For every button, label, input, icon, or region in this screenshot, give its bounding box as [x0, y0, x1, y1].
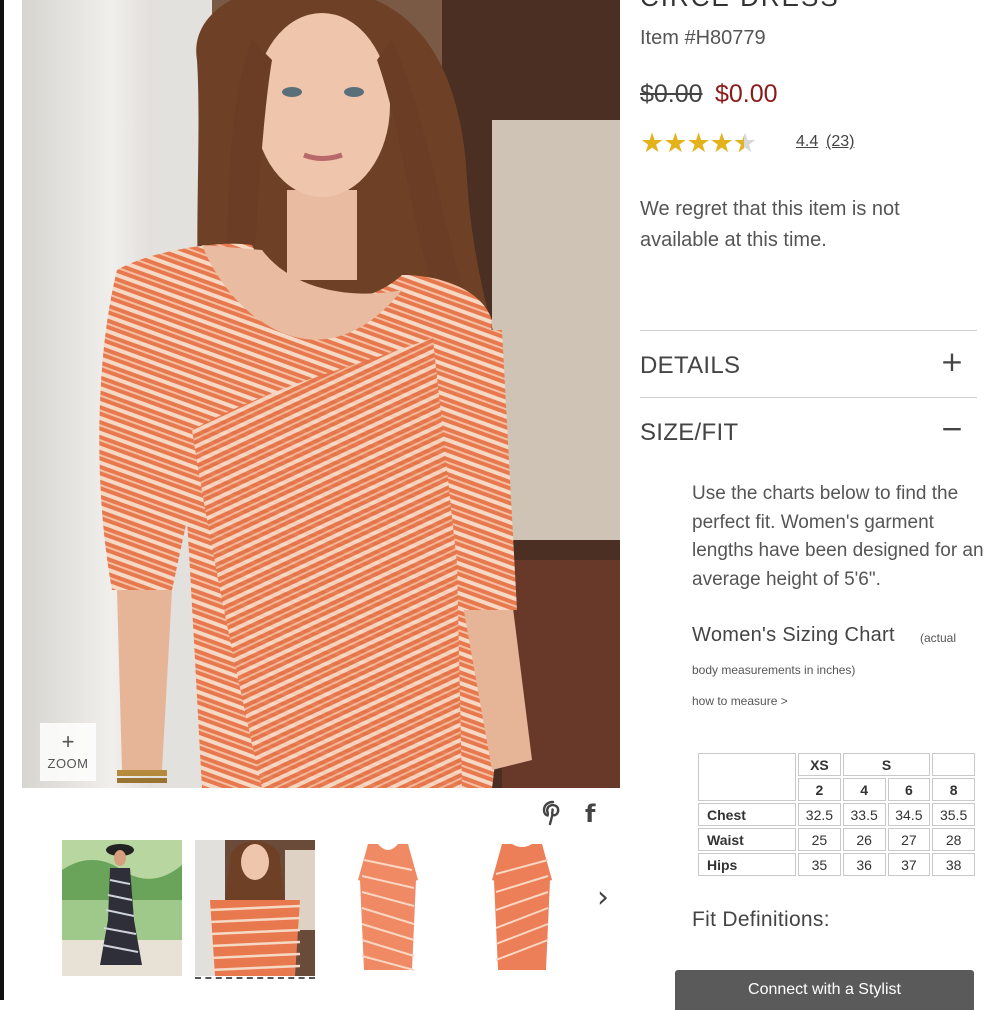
table-row: Chest 32.5 33.5 34.5 35.5: [698, 803, 975, 826]
expand-icon[interactable]: +: [940, 345, 964, 378]
size-number: 6: [887, 778, 931, 801]
table-cell: 37: [887, 853, 931, 876]
sizing-chart-title: Women's Sizing Chart: [692, 624, 895, 646]
table-cell: 33.5: [842, 803, 886, 826]
row-label: Waist: [698, 828, 797, 851]
table-cell: 35: [798, 853, 841, 876]
thumb-dress-back[interactable]: [462, 840, 582, 976]
table-cell: 34.5: [887, 803, 931, 826]
original-price: $0.00: [640, 80, 703, 108]
connect-stylist-button[interactable]: Connect with a Stylist: [675, 970, 974, 1010]
size-header: XS: [798, 753, 841, 776]
sizing-chart-note: body measurements in inches): [692, 663, 856, 677]
table-cell: 26: [842, 828, 886, 851]
divider: [640, 397, 977, 398]
table-cell: 36: [842, 853, 886, 876]
table-cell: 28: [932, 828, 975, 851]
fit-definitions-heading: Fit Definitions:: [692, 908, 830, 931]
row-label: Chest: [698, 803, 797, 826]
plus-icon: +: [61, 729, 75, 754]
availability-message: We regret that this item is not availabl…: [640, 198, 900, 251]
half-star-icon: ★★: [732, 128, 757, 159]
chevron-right-icon[interactable]: ›: [588, 880, 618, 916]
how-to-measure-link[interactable]: how to measure >: [692, 694, 788, 708]
table-corner: [698, 753, 797, 801]
collapse-icon[interactable]: −: [940, 412, 964, 445]
table-row: Waist 25 26 27 28: [698, 828, 975, 851]
size-number: 8: [932, 778, 975, 801]
facebook-icon[interactable]: f: [585, 800, 595, 828]
thumb-beach-model[interactable]: [62, 840, 182, 976]
size-number: 2: [798, 778, 841, 801]
item-number: Item #H80779: [640, 27, 766, 49]
zoom-label: ZOOM: [47, 756, 89, 771]
sale-price: $0.00: [715, 80, 778, 108]
star-icon: ★: [640, 128, 664, 159]
details-accordion-label[interactable]: DETAILS: [640, 352, 740, 380]
size-fit-accordion-label[interactable]: SIZE/FIT: [640, 419, 738, 447]
product-title: CIRCE DRESS: [640, 0, 840, 13]
size-header: S: [842, 753, 931, 776]
zoom-button[interactable]: + ZOOM: [40, 723, 96, 781]
review-count-link[interactable]: (23): [826, 133, 854, 151]
star-icon: ★: [686, 128, 710, 159]
size-table: XS S 2 4 6 8 Chest 32.5 33.5 34.5 35.5 W…: [696, 751, 977, 878]
table-cell: 27: [887, 828, 931, 851]
table-cell: 38: [932, 853, 975, 876]
size-table-scroll[interactable]: XS S 2 4 6 8 Chest 32.5 33.5 34.5 35.5 W…: [696, 751, 977, 878]
thumb-dress-front[interactable]: [328, 840, 448, 976]
rating-stars[interactable]: ★★★★★★: [640, 128, 757, 159]
thumb-model-closeup[interactable]: [195, 840, 315, 979]
window-edge: [0, 0, 4, 1000]
size-number: 4: [842, 778, 886, 801]
main-product-image[interactable]: [22, 0, 620, 788]
table-cell: 32.5: [798, 803, 841, 826]
star-icon: ★: [709, 128, 734, 159]
pinterest-icon[interactable]: [542, 800, 564, 826]
size-fit-intro: Use the charts below to find the perfect…: [692, 483, 984, 590]
table-row: Hips 35 36 37 38: [698, 853, 975, 876]
table-cell: 25: [798, 828, 841, 851]
sizing-chart-note: (actual: [920, 631, 957, 645]
rating-value-link[interactable]: 4.4: [796, 133, 818, 151]
table-cell: 35.5: [932, 803, 975, 826]
size-header: [932, 753, 975, 776]
divider: [640, 330, 977, 331]
star-icon: ★: [663, 128, 687, 159]
row-label: Hips: [698, 853, 797, 876]
